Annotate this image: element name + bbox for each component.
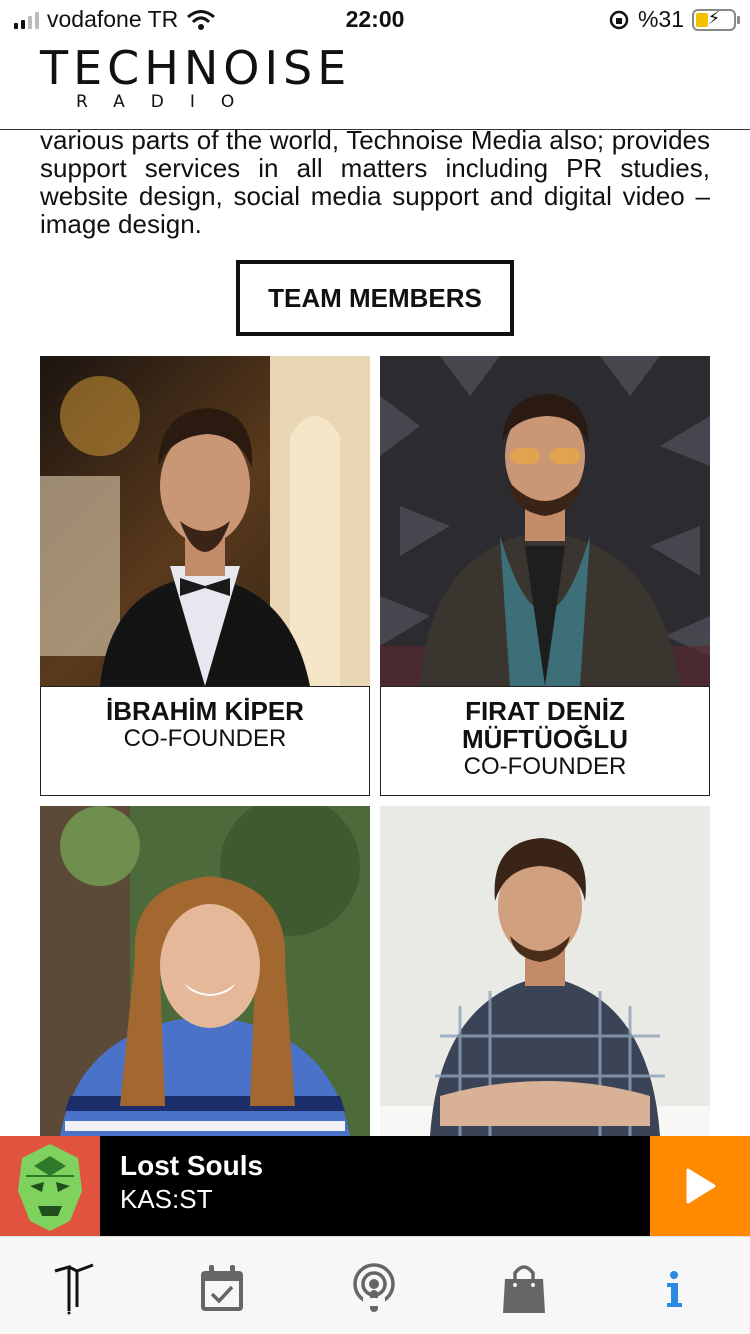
album-art[interactable] <box>0 1136 100 1236</box>
tab-home[interactable] <box>44 1259 104 1319</box>
status-bar: vodafone TR 22:00 %31 ⚡ <box>0 0 750 40</box>
tab-schedule[interactable] <box>192 1259 252 1319</box>
info-icon <box>667 1271 682 1307</box>
play-icon <box>686 1168 716 1204</box>
tab-info[interactable] <box>644 1259 704 1319</box>
battery-icon: ⚡ <box>692 7 740 31</box>
orientation-lock-icon <box>609 10 629 29</box>
tab-podcasts[interactable] <box>344 1259 404 1319</box>
technoise-logo-icon <box>54 1263 94 1315</box>
team-member-card[interactable]: FIRAT DENİZ MÜFTÜOĞLU CO-FOUNDER <box>380 356 710 796</box>
team-members-button[interactable]: TEAM MEMBERS <box>236 260 514 336</box>
technoise-radio-logo[interactable]: TECHNOISE RADIO <box>40 44 351 112</box>
team-member-role: CO-FOUNDER <box>123 725 287 752</box>
team-member-card[interactable] <box>380 806 710 1136</box>
intro-paragraph: various parts of the world, Technoise Me… <box>40 125 710 239</box>
shopping-bag-icon <box>503 1265 545 1313</box>
team-member-photo <box>380 356 710 686</box>
team-member-name: FIRAT DENİZ MÜFTÜOĞLU <box>461 696 629 754</box>
play-button[interactable] <box>650 1136 750 1236</box>
team-member-role: CO-FOUNDER <box>463 753 627 780</box>
team-member-caption: FIRAT DENİZ MÜFTÜOĞLU CO-FOUNDER <box>380 686 710 796</box>
team-member-photo <box>380 806 710 1136</box>
team-member-card[interactable] <box>40 806 370 1136</box>
calendar-check-icon <box>201 1265 243 1311</box>
mask-artwork-icon <box>0 1136 100 1236</box>
podcast-icon <box>353 1263 395 1312</box>
team-member-caption: İBRAHİM KİPER CO-FOUNDER <box>40 686 370 796</box>
battery-percent: %31 <box>637 6 684 32</box>
team-member-card[interactable]: İBRAHİM KİPER CO-FOUNDER <box>40 356 370 796</box>
team-member-photo <box>40 806 370 1136</box>
track-title: Lost Souls <box>120 1150 264 1181</box>
track-artist: KAS:ST <box>120 1184 213 1214</box>
tab-shop[interactable] <box>494 1259 554 1319</box>
charging-bolt-icon: ⚡ <box>707 7 721 28</box>
team-member-photo <box>40 356 370 686</box>
tab-bar <box>0 1236 750 1334</box>
team-member-name: İBRAHİM KİPER <box>106 696 304 726</box>
status-right: %31 ⚡ <box>608 6 740 33</box>
logo-main-text: TECHNOISE <box>40 41 352 95</box>
logo-sub-text: RADIO <box>76 92 261 112</box>
app-header: TECHNOISE RADIO <box>0 40 750 130</box>
mini-player[interactable]: Lost Souls KAS:ST <box>0 1136 750 1236</box>
